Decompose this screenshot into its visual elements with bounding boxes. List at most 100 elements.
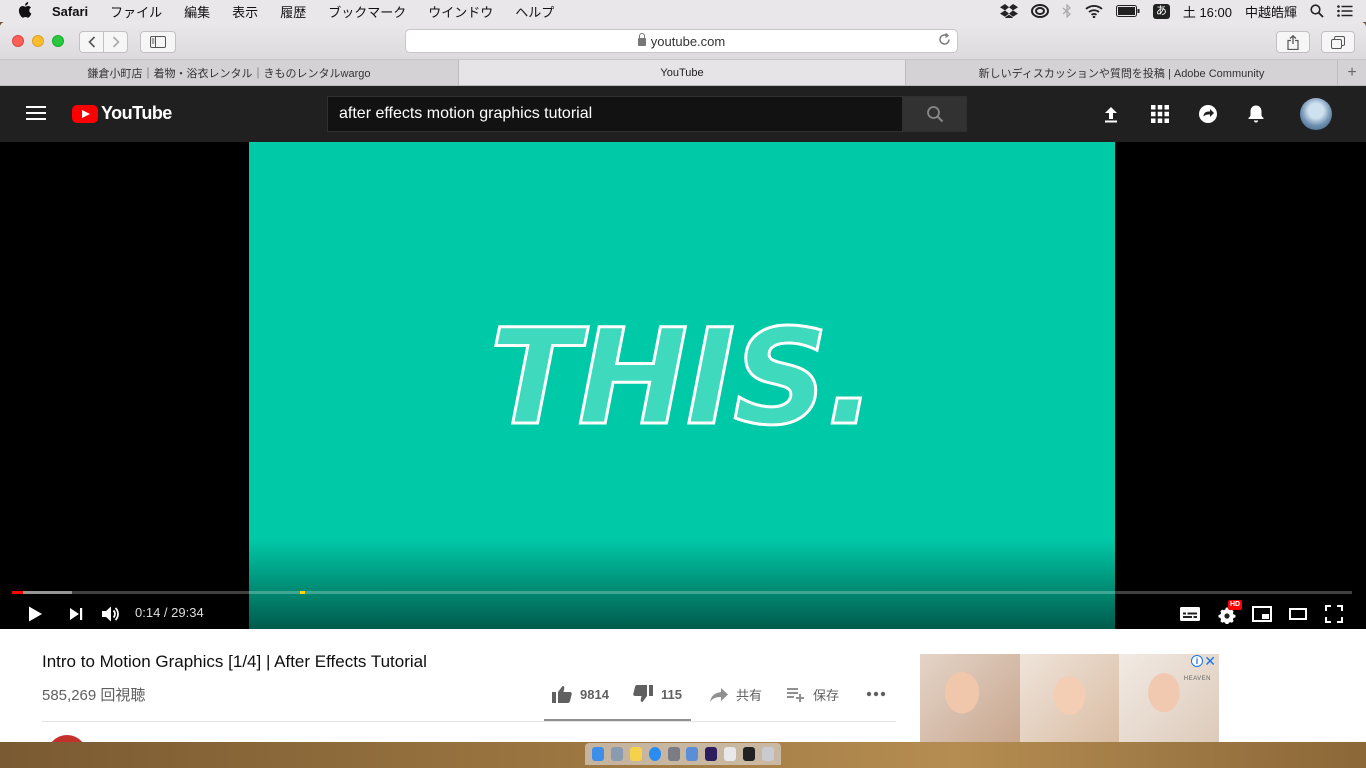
controls-gradient bbox=[249, 539, 1115, 629]
window-minimize-button[interactable] bbox=[32, 35, 44, 47]
tab-bar: 鎌倉小町店｜着物・浴衣レンタル｜きものレンタルwargo YouTube 新しい… bbox=[0, 60, 1366, 86]
like-button[interactable]: 9814 bbox=[552, 685, 609, 703]
guide-menu-icon[interactable] bbox=[26, 106, 46, 122]
apps-grid-icon[interactable] bbox=[1148, 102, 1172, 126]
ad-model-image-1 bbox=[920, 654, 1020, 742]
preview-dock-icon[interactable] bbox=[686, 747, 699, 761]
notes-dock-icon[interactable] bbox=[629, 747, 642, 761]
tab-youtube[interactable]: YouTube bbox=[459, 60, 906, 85]
account-avatar[interactable] bbox=[1300, 98, 1332, 130]
video-info-section: Intro to Motion Graphics [1/4] | After E… bbox=[0, 629, 1366, 742]
menu-bookmarks[interactable]: ブックマーク bbox=[328, 2, 406, 21]
bluetooth-icon[interactable] bbox=[1062, 4, 1072, 18]
thumbs-down-icon bbox=[633, 685, 653, 702]
tab-label: YouTube bbox=[660, 66, 704, 79]
notification-center-icon[interactable] bbox=[1337, 5, 1353, 17]
sidebar-toggle-button[interactable] bbox=[140, 31, 176, 53]
more-actions-button[interactable] bbox=[866, 691, 886, 697]
macos-menu-bar: Safari ファイル 編集 表示 履歴 ブックマーク ウインドウ ヘルプ あ … bbox=[0, 0, 1366, 22]
messages-icon[interactable] bbox=[1196, 102, 1220, 126]
miniplayer-button[interactable] bbox=[1250, 602, 1274, 626]
trash-dock-icon[interactable] bbox=[761, 747, 774, 761]
youtube-logo[interactable]: YouTube bbox=[72, 103, 172, 124]
show-all-tabs-button[interactable] bbox=[1321, 31, 1355, 53]
fullscreen-icon bbox=[1325, 605, 1343, 623]
youtube-wordmark: YouTube bbox=[101, 103, 172, 123]
menu-clock[interactable]: 土 16:00 bbox=[1183, 2, 1232, 21]
subtitles-icon bbox=[1180, 607, 1200, 621]
forward-button[interactable] bbox=[103, 31, 128, 53]
view-count: 585,269 回視聴 bbox=[42, 687, 146, 704]
save-to-playlist-button[interactable]: 保存 bbox=[787, 685, 839, 704]
apple-menu-icon[interactable] bbox=[18, 1, 36, 21]
progress-played bbox=[12, 591, 23, 594]
more-horizontal-icon bbox=[866, 691, 886, 697]
after-effects-dock-icon[interactable] bbox=[705, 747, 718, 761]
time-display: 0:14 / 29:34 bbox=[135, 605, 204, 620]
video-player[interactable]: THIS. 0:14 / 29:34 HD bbox=[0, 142, 1366, 629]
video-frame-text: THIS. bbox=[488, 301, 878, 455]
input-method-indicator[interactable]: あ bbox=[1152, 3, 1170, 19]
window-close-button[interactable] bbox=[12, 35, 24, 47]
spotlight-search-icon[interactable] bbox=[1310, 4, 1324, 18]
notifications-bell-icon[interactable] bbox=[1244, 102, 1268, 126]
channel-avatar[interactable] bbox=[47, 735, 87, 742]
dropbox-icon[interactable] bbox=[999, 4, 1018, 18]
chevron-right-icon bbox=[112, 36, 120, 48]
hd-badge: HD bbox=[1228, 600, 1243, 610]
upload-icon[interactable] bbox=[1099, 102, 1123, 126]
wifi-icon[interactable] bbox=[1085, 4, 1103, 18]
safari-window: youtube.com 鎌倉小町店｜着物・浴衣レンタル｜きものレンタルwargo… bbox=[0, 22, 1366, 742]
reload-icon[interactable] bbox=[938, 32, 951, 49]
play-icon bbox=[29, 606, 42, 622]
back-button[interactable] bbox=[79, 31, 104, 53]
skip-next-icon bbox=[70, 608, 83, 620]
next-button[interactable] bbox=[64, 602, 88, 626]
playlist-add-icon bbox=[787, 687, 804, 702]
video-title: Intro to Motion Graphics [1/4] | After E… bbox=[42, 652, 427, 671]
display-ad[interactable]: HEAVEN i ✕ bbox=[920, 654, 1219, 742]
subtitles-button[interactable] bbox=[1178, 602, 1202, 626]
share-button[interactable] bbox=[1276, 31, 1310, 53]
terminal-dock-icon[interactable] bbox=[742, 747, 755, 761]
share-video-button[interactable]: 共有 bbox=[710, 685, 762, 704]
downloads-dock-icon[interactable] bbox=[723, 747, 736, 761]
safari-dock-icon[interactable] bbox=[648, 747, 661, 761]
macos-dock bbox=[585, 743, 781, 765]
thumbs-up-icon bbox=[552, 686, 572, 703]
progress-bar[interactable] bbox=[12, 591, 1352, 594]
address-bar[interactable]: youtube.com bbox=[405, 29, 958, 53]
tab-adobe-community[interactable]: 新しいディスカッションや質問を投稿 | Adobe Community bbox=[906, 60, 1338, 85]
finder-dock-icon[interactable] bbox=[592, 747, 605, 761]
tab-wargo[interactable]: 鎌倉小町店｜着物・浴衣レンタル｜きものレンタルwargo bbox=[0, 60, 459, 85]
menu-app-safari[interactable]: Safari bbox=[52, 4, 88, 19]
search-input[interactable]: after effects motion graphics tutorial bbox=[327, 96, 903, 132]
ad-close-icon[interactable]: ✕ bbox=[1204, 654, 1216, 668]
creative-cloud-icon[interactable] bbox=[1030, 4, 1049, 18]
search-icon bbox=[926, 106, 943, 123]
ad-info-icon[interactable]: i bbox=[1191, 655, 1203, 667]
menu-history[interactable]: 履歴 bbox=[280, 2, 306, 21]
fullscreen-button[interactable] bbox=[1322, 602, 1346, 626]
window-zoom-button[interactable] bbox=[52, 35, 64, 47]
volume-icon bbox=[102, 606, 119, 622]
menu-view[interactable]: 表示 bbox=[232, 2, 258, 21]
menu-file[interactable]: ファイル bbox=[110, 2, 162, 21]
dislike-button[interactable]: 115 bbox=[633, 685, 682, 703]
mute-button[interactable] bbox=[99, 602, 123, 626]
menu-window[interactable]: ウインドウ bbox=[428, 2, 493, 21]
sidebar-icon bbox=[150, 36, 166, 48]
menu-user-name[interactable]: 中越皓輝 bbox=[1245, 2, 1297, 21]
settings-button[interactable]: HD bbox=[1214, 600, 1243, 626]
system-preferences-dock-icon[interactable] bbox=[667, 747, 680, 761]
search-button[interactable] bbox=[902, 96, 967, 132]
menu-edit[interactable]: 編集 bbox=[184, 2, 210, 21]
battery-icon[interactable] bbox=[1115, 5, 1140, 17]
menu-help[interactable]: ヘルプ bbox=[515, 2, 554, 21]
play-button[interactable] bbox=[22, 602, 48, 626]
tabs-overview-icon bbox=[1331, 35, 1345, 49]
theater-mode-button[interactable] bbox=[1286, 602, 1310, 626]
launchpad-dock-icon[interactable] bbox=[611, 747, 624, 761]
new-tab-button[interactable]: + bbox=[1338, 60, 1366, 85]
tab-label: 鎌倉小町店｜着物・浴衣レンタル｜きものレンタルwargo bbox=[87, 67, 371, 80]
